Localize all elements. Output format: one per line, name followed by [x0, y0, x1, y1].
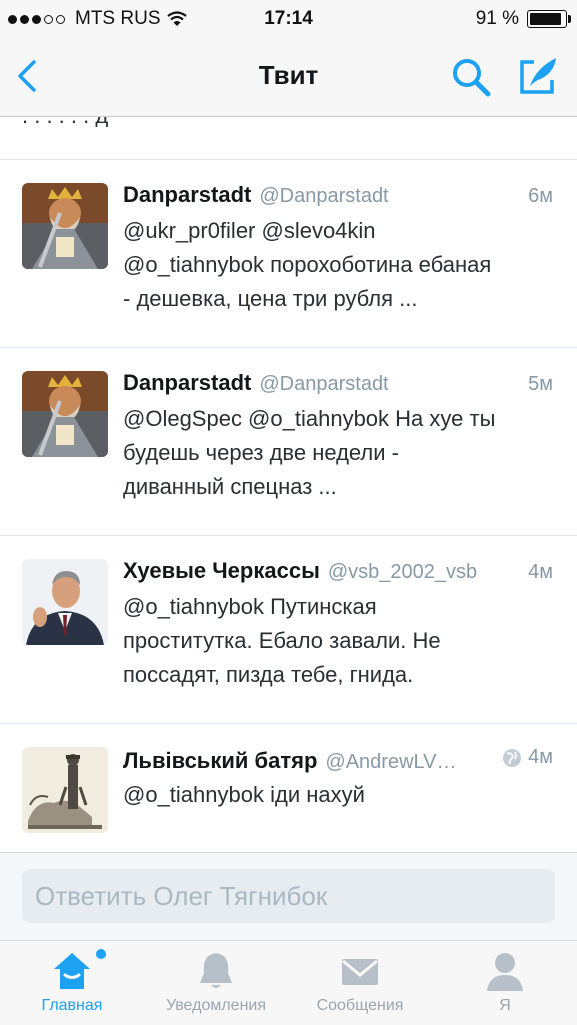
tab-label: Сообщения [316, 997, 404, 1014]
avatar-man-in-suit[interactable] [22, 559, 108, 645]
new-items-dot [96, 949, 106, 959]
author-handle[interactable]: @AndrewLV… [325, 751, 456, 774]
reply-input[interactable] [22, 869, 555, 923]
globe-icon [503, 748, 522, 767]
tweet-line: - дешевка, цена три рубля ... [123, 286, 418, 311]
tweet-line: @o_tiahnybok порохоботина ебаная [123, 252, 492, 277]
tab-notifications[interactable]: Уведомления [144, 941, 288, 1025]
home-icon [54, 953, 90, 989]
author-name[interactable]: Львівський батяр [123, 748, 317, 774]
tab-messages[interactable]: Сообщения [288, 941, 432, 1025]
tweet-timestamp-group: 4м [496, 746, 553, 769]
status-bar: MTS RUS 17:14 91 % [0, 0, 577, 38]
tweet-timestamp: 4м [528, 746, 553, 768]
author-handle[interactable]: @Danparstadt [259, 185, 388, 208]
tweet-timestamp: 4м [528, 561, 553, 583]
avatar-lion-statue[interactable] [22, 747, 108, 833]
compose-tweet-icon[interactable] [514, 54, 560, 100]
tweet-line: диванный спецназ ... [123, 474, 337, 499]
author-handle[interactable]: @Danparstadt [259, 373, 388, 396]
author-handle[interactable]: @vsb_2002_vsb [328, 561, 477, 584]
navigation-bar: Твит [0, 38, 577, 117]
reply-bar [0, 852, 577, 941]
tab-bar: Главная Уведомления Сообщения Я [0, 940, 577, 1025]
tweet-line: поссадят, пизда тебе, гнида. [123, 662, 414, 687]
tweet-line: @OlegSpec @o_tiahnybok На хуе ты [123, 406, 496, 431]
avatar-knight[interactable] [22, 371, 108, 457]
person-icon [487, 953, 523, 991]
author-name[interactable]: Danparstadt [123, 182, 251, 208]
previous-tweet-fragment: . . . . . . д [0, 117, 577, 159]
tweet-line: проститутка. Ебало завали. Не [123, 628, 441, 653]
battery-percent: 91 % [475, 8, 519, 29]
search-icon[interactable] [450, 56, 492, 98]
tweet-timestamp: 6м [528, 185, 553, 207]
tweet-item[interactable]: Хуевые Черкассы @vsb_2002_vsb 4м @o_tiah… [0, 535, 577, 723]
tab-label: Уведомления [165, 997, 267, 1014]
avatar-knight[interactable] [22, 183, 108, 269]
replies-feed[interactable]: . . . . . . д Danparstadt @Danparstadt 6… [0, 117, 577, 852]
author-name[interactable]: Danparstadt [123, 370, 251, 396]
battery-icon [527, 10, 571, 28]
tweet-item[interactable]: Львівський батяр @AndrewLV… 4м @o_tiahny… [0, 723, 577, 852]
tab-me[interactable]: Я [433, 941, 577, 1025]
tweet-line: @o_tiahnybok іди нахуй [123, 782, 365, 807]
tweet-line: будешь через две недели - [123, 440, 399, 465]
tweet-item[interactable]: Danparstadt @Danparstadt 6м @ukr_pr0file… [0, 159, 577, 347]
tweet-timestamp: 5м [528, 373, 553, 395]
tweet-item[interactable]: Danparstadt @Danparstadt 5м @OlegSpec @o… [0, 347, 577, 535]
author-name[interactable]: Хуевые Черкассы [123, 558, 320, 584]
tweet-line: @ukr_pr0filer @slevo4kin [123, 218, 376, 243]
tab-label: Главная [41, 997, 103, 1014]
tab-label: Я [499, 997, 511, 1014]
tab-home[interactable]: Главная [0, 941, 144, 1025]
envelope-icon [342, 959, 378, 985]
tweet-line: @o_tiahnybok Путинская [123, 594, 377, 619]
bell-icon [200, 953, 232, 988]
battery-group: 91 % [475, 8, 571, 30]
